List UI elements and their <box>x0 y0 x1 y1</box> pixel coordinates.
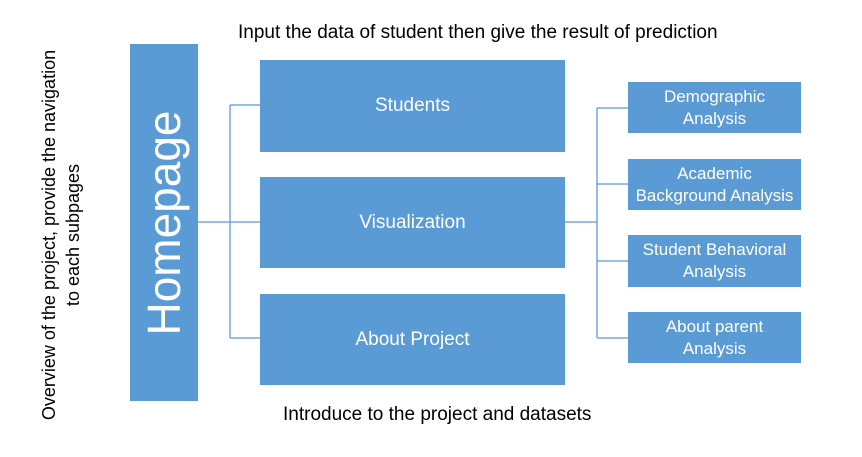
homepage-description-line2: to each subpages <box>63 163 83 307</box>
behavioral-analysis-line2: Analysis <box>682 262 747 281</box>
homepage-label-wrapper: Homepage <box>130 44 198 401</box>
academic-background-analysis-box: Academic Background Analysis <box>628 159 801 210</box>
parent-analysis-line1: About parent <box>665 316 764 336</box>
parent-analysis-box: About parent Analysis <box>628 312 801 363</box>
students-page-box: Students <box>260 60 565 152</box>
homepage-label: Homepage <box>138 109 190 336</box>
demographic-analysis-box: Demographic Analysis <box>628 82 801 133</box>
behavioral-analysis-line1: Student Behavioral <box>642 240 787 259</box>
visualization-page-box: Visualization <box>260 177 565 268</box>
homepage-description-line1: Overview of the project, provide the nav… <box>39 49 59 421</box>
site-structure-diagram: Overview of the project, provide the nav… <box>0 0 862 457</box>
students-caption: Input the data of student then give the … <box>238 22 718 43</box>
demographic-analysis-line2: Analysis <box>682 108 747 128</box>
homepage-description: Overview of the project, provide the nav… <box>26 40 96 430</box>
academic-analysis-line1: Academic <box>677 163 752 183</box>
academic-analysis-line2: Background Analysis <box>635 185 794 205</box>
about-project-caption: Introduce to the project and datasets <box>283 404 592 425</box>
students-page-label: Students <box>375 95 450 116</box>
about-project-page-box: About Project <box>260 294 565 385</box>
about-project-page-label: About Project <box>355 328 470 350</box>
parent-analysis-line2: Analysis <box>682 338 747 358</box>
demographic-analysis-line1: Demographic <box>663 86 766 106</box>
visualization-page-label: Visualization <box>359 211 466 233</box>
student-behavioral-analysis-box: Student Behavioral Analysis <box>628 235 801 287</box>
